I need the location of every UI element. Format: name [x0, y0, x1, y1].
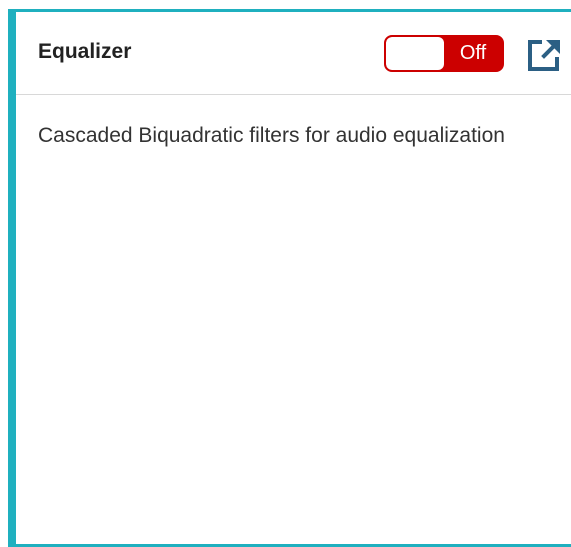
card-description: Cascaded Biquadratic filters for audio e…: [38, 124, 505, 147]
toggle-knob: [386, 37, 444, 70]
card-title: Equalizer: [38, 40, 132, 63]
enable-toggle[interactable]: Off: [384, 35, 504, 72]
toggle-state-label: Off: [459, 42, 487, 64]
equalizer-card: Equalizer Off Cascaded Biquadratic filte…: [8, 9, 571, 547]
external-link-icon-graphic: [528, 40, 560, 71]
card-header: Equalizer Off: [16, 12, 571, 95]
external-link-icon[interactable]: [524, 35, 564, 75]
